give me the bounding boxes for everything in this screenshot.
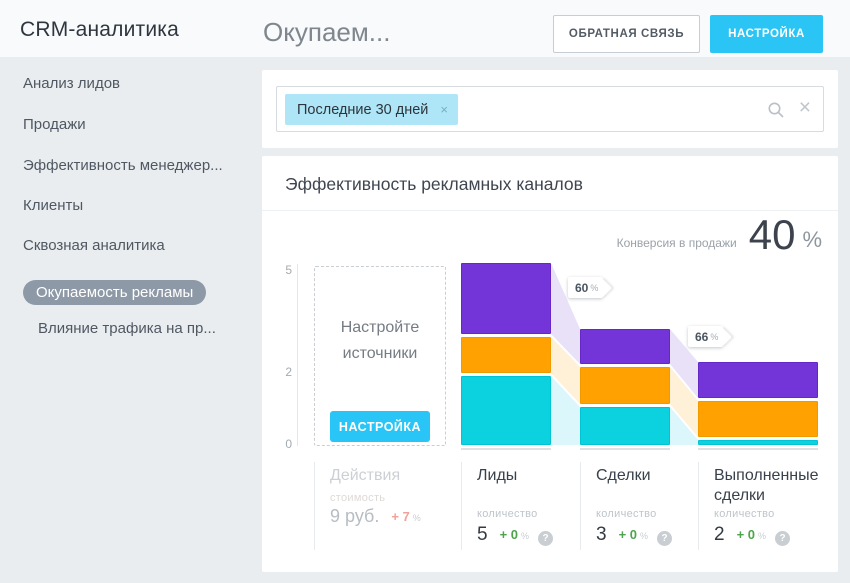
funnel-leads-cyan-segment[interactable] — [461, 376, 551, 445]
y-tick-2: 2 — [270, 365, 292, 379]
clear-icon[interactable]: × — [799, 96, 811, 120]
stat-actions: Действия стоимость 9 руб. + 7 % — [314, 462, 454, 554]
setup-sources-button[interactable]: НАСТРОЙКА — [330, 411, 430, 442]
x-axis-tick-deals — [580, 448, 670, 450]
sidebar-item-clients[interactable]: Клиенты — [23, 197, 83, 214]
conversion-label: Конверсия в продажи — [617, 236, 737, 250]
stat-actions-metric-label: стоимость — [330, 492, 385, 504]
stat-won-deals-delta: + 0 — [737, 527, 755, 542]
sidebar-item-end-to-end-analytics[interactable]: Сквозная аналитика — [23, 237, 165, 254]
conversion-unit: % — [802, 227, 822, 253]
stat-leads-delta: + 0 — [500, 527, 518, 542]
stat-actions-delta-unit: % — [413, 513, 421, 523]
filter-panel: Последние 30 дней × × — [262, 70, 838, 148]
stat-leads-delta-unit: % — [521, 531, 529, 541]
help-icon[interactable]: ? — [775, 531, 790, 546]
conversion-summary: Конверсия в продажи 40 % — [617, 214, 822, 256]
badge-value: 66 — [695, 330, 708, 344]
stat-deals-delta-unit: % — [640, 531, 648, 541]
report-title: Эффективность рекламных каналов — [285, 174, 583, 195]
settings-button[interactable]: НАСТРОЙКА — [710, 15, 823, 53]
badge-value: 60 — [575, 281, 588, 295]
stat-won-deals-metric-label: количество — [714, 508, 775, 520]
stat-won-deals: Выполненные сделки количество 2 + 0 % ? — [698, 462, 823, 554]
badge-unit: % — [590, 283, 598, 293]
setup-sources-box: Настройте источники НАСТРОЙКА — [314, 266, 446, 446]
stat-leads-metric-label: количество — [477, 508, 538, 520]
funnel-deals-cyan-segment[interactable] — [580, 407, 670, 445]
report-panel: Эффективность рекламных каналов Конверси… — [262, 156, 838, 572]
stat-leads: Лиды количество 5 + 0 % ? — [461, 462, 571, 554]
y-tick-0: 0 — [270, 437, 292, 451]
funnel-leads-orange-segment[interactable] — [461, 337, 551, 373]
stat-won-deals-value: 2 — [714, 524, 725, 546]
stat-won-deals-delta-unit: % — [758, 531, 766, 541]
stat-actions-delta: + 7 — [391, 509, 409, 524]
sidebar-item-ad-payback-selected[interactable]: Окупаемость рекламы — [23, 280, 206, 305]
badge-unit: % — [710, 332, 718, 342]
y-axis-line — [297, 264, 298, 446]
stat-actions-name: Действия — [330, 466, 454, 486]
sidebar-item-manager-effectiveness[interactable]: Эффективность менеджер... — [23, 157, 223, 174]
stat-leads-value: 5 — [477, 524, 488, 546]
stat-won-deals-name: Выполненные сделки — [714, 466, 823, 506]
filter-tag-last-30-days[interactable]: Последние 30 дней × — [285, 94, 458, 125]
stat-actions-value: 9 руб. — [330, 506, 379, 527]
filter-tag-label: Последние 30 дней — [297, 102, 428, 118]
stat-deals-delta: + 0 — [619, 527, 637, 542]
tag-remove-icon[interactable]: × — [440, 102, 448, 117]
sidebar-item-lead-analysis[interactable]: Анализ лидов — [23, 75, 120, 92]
help-icon[interactable]: ? — [538, 531, 553, 546]
stat-leads-name: Лиды — [477, 466, 571, 486]
funnel-won-deals-orange-segment[interactable] — [698, 401, 818, 437]
funnel-leads-purple-segment[interactable] — [461, 263, 551, 334]
stat-deals-value: 3 — [596, 524, 607, 546]
stat-deals: Сделки количество 3 + 0 % ? — [580, 462, 690, 554]
page-title: Окупаем... — [263, 17, 390, 48]
feedback-button[interactable]: ОБРАТНАЯ СВЯЗЬ — [553, 15, 700, 53]
sidebar-title: CRM-аналитика — [20, 18, 179, 42]
y-tick-5: 5 — [270, 263, 292, 277]
help-icon[interactable]: ? — [657, 531, 672, 546]
funnel-won-deals-cyan-segment[interactable] — [698, 440, 818, 445]
search-icon[interactable] — [767, 101, 785, 124]
stat-deals-name: Сделки — [596, 466, 690, 486]
conversion-value: 40 — [749, 214, 796, 256]
funnel-deals-purple-segment[interactable] — [580, 329, 670, 364]
stat-deals-metric-label: количество — [596, 508, 657, 520]
filter-search-input[interactable]: Последние 30 дней × × — [276, 86, 824, 132]
x-axis-tick-leads — [461, 448, 551, 450]
x-axis-tick-won-deals — [698, 448, 818, 450]
conversion-badge-66: 66 % — [688, 326, 723, 347]
funnel-deals-orange-segment[interactable] — [580, 367, 670, 404]
setup-sources-message: Настройте источники — [315, 315, 445, 366]
sidebar-item-sales[interactable]: Продажи — [23, 116, 86, 133]
funnel-won-deals-purple-segment[interactable] — [698, 362, 818, 398]
sidebar-item-traffic-influence[interactable]: Влияние трафика на пр... — [38, 320, 216, 337]
conversion-badge-60: 60 % — [568, 277, 603, 298]
